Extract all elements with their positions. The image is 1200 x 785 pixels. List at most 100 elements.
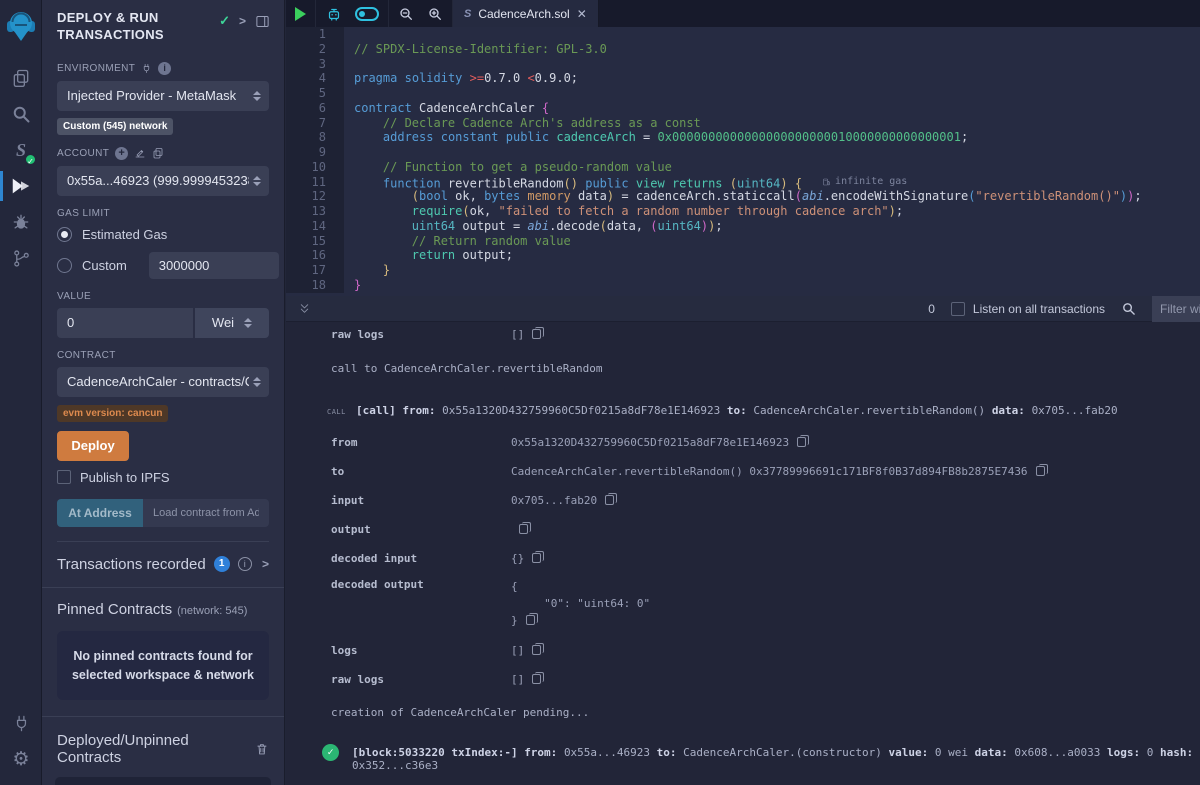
debugger-icon[interactable] (0, 204, 42, 240)
publish-ipfs-checkbox[interactable] (57, 470, 71, 484)
deploy-run-panel: DEPLOY & RUN TRANSACTIONS ✓ > ENVIRONMEN… (42, 0, 285, 785)
solidity-file-icon: S (464, 8, 471, 20)
tab-cadencearch-sol[interactable]: S CadenceArch.sol ✕ (453, 0, 599, 27)
deploy-run-icon[interactable] (0, 168, 42, 204)
copy-account-icon[interactable] (152, 147, 164, 159)
remix-logo[interactable] (0, 4, 42, 48)
code-line: 5 (286, 86, 1200, 101)
network-badge: Custom (545) network (57, 118, 173, 135)
collapse-terminal-icon[interactable] (298, 302, 311, 315)
updown-icon (244, 318, 252, 328)
copy-icon[interactable] (532, 645, 541, 655)
terminal-filter-input[interactable] (1152, 296, 1200, 322)
custom-gas-option: Custom (57, 252, 269, 279)
copy-icon[interactable] (797, 437, 806, 447)
terminal-output[interactable]: raw logs[] call to CadenceArchCaler.rever… (286, 322, 1200, 785)
icon-rail: S ✓ ⚙ (0, 0, 42, 785)
file-explorer-icon[interactable] (0, 60, 42, 96)
deploy-button[interactable]: Deploy (57, 431, 129, 461)
account-select[interactable]: 0x55a...46923 (999.9999453238 (57, 166, 269, 196)
transactions-expand-icon[interactable]: > (262, 557, 269, 571)
environment-info-icon[interactable]: i (158, 62, 171, 75)
add-account-icon[interactable]: + (115, 147, 128, 160)
deployed-contract-card: CADENCEARCHCALER AT 0) ✕ Balance: 0 ETH … (55, 777, 271, 785)
code-line: 15 // Return random value (286, 234, 1200, 249)
terminal-kv-row: input0x705...fab20 (286, 494, 1200, 507)
at-address-input[interactable] (143, 499, 269, 527)
value-unit-select[interactable]: Wei (195, 308, 269, 338)
tab-label: CadenceArch.sol (478, 7, 569, 21)
terminal-result-row: ✓[block:5033220 txIndex:-] from: 0x55a..… (286, 746, 1200, 772)
copilot-toggle[interactable] (355, 7, 379, 21)
deployed-contracts-heading: Deployed/Unpinned Contracts (42, 717, 284, 766)
remix-ide: { "colors": { "accent_orange":"#cf7b3f",… (0, 0, 1200, 785)
pending-tx-count: 0 (928, 302, 935, 316)
main-area: S CadenceArch.sol ✕ 12// SPDX-License-Id… (286, 0, 1200, 785)
copy-icon[interactable] (526, 615, 535, 625)
code-line: 6contract CadenceArchCaler { (286, 101, 1200, 116)
code-line: 1 (286, 27, 1200, 42)
sign-message-icon[interactable] (134, 147, 146, 159)
code-line: 18} (286, 278, 1200, 293)
custom-gas-radio[interactable] (57, 258, 72, 273)
transactions-count-badge: 1 (214, 556, 230, 572)
value-input[interactable] (57, 308, 193, 338)
code-line: 13 require(ok, "failed to fetch a random… (286, 204, 1200, 219)
transactions-recorded-row[interactable]: Transactions recorded 1 i > (42, 542, 284, 587)
close-tab-icon[interactable]: ✕ (577, 7, 587, 21)
transactions-info-icon[interactable]: i (238, 557, 252, 571)
listen-checkbox[interactable] (951, 302, 965, 316)
run-script-button[interactable] (286, 0, 316, 27)
clear-contracts-trash-icon[interactable] (255, 742, 269, 756)
terminal-call-row: CALL[call] from: 0x55a1320D432759960C5Df… (286, 404, 1200, 417)
environment-select[interactable]: Injected Provider - MetaMask (57, 81, 269, 111)
plug-icon[interactable] (141, 63, 152, 74)
code-editor[interactable]: 12// SPDX-License-Identifier: GPL-3.034p… (286, 27, 1200, 296)
contract-select[interactable]: CadenceArchCaler - contracts/Cac (57, 367, 269, 397)
panel-title: DEPLOY & RUN TRANSACTIONS (57, 10, 207, 44)
panel-forward-icon[interactable]: > (239, 14, 246, 28)
terminal-kv-row: raw logs[] (286, 328, 1200, 341)
terminal-kv-block: decoded output{ "0": "uint64: 0"} (286, 578, 1200, 629)
pin-panel-icon[interactable] (255, 14, 270, 29)
terminal-toolbar: 0 Listen on all transactions (286, 296, 1200, 322)
plugin-manager-icon[interactable] (0, 705, 42, 741)
contract-label: CONTRACT (57, 350, 269, 361)
solidity-compiler-icon[interactable]: S ✓ (0, 132, 42, 168)
evm-version-badge: evm version: cancun (57, 405, 168, 422)
zoom-in-icon[interactable] (427, 6, 443, 22)
copy-icon[interactable] (1036, 466, 1045, 476)
terminal-kv-row: from0x55a1320D432759960C5Df0215a8dF78e1E… (286, 436, 1200, 449)
code-line: 17 } (286, 263, 1200, 278)
copy-icon[interactable] (532, 329, 541, 339)
value-label: VALUE (57, 291, 269, 302)
remix-ai-robot-icon[interactable] (325, 5, 343, 23)
account-label: ACCOUNT + (57, 147, 269, 160)
terminal-search-icon[interactable] (1121, 301, 1136, 316)
copy-icon[interactable] (605, 495, 614, 505)
code-line: 12 (bool ok, bytes memory data) = cadenc… (286, 189, 1200, 204)
code-line: 4pragma solidity >=0.7.0 <0.9.0; (286, 71, 1200, 86)
listen-all-transactions: Listen on all transactions (951, 302, 1105, 316)
estimated-gas-radio[interactable] (57, 227, 72, 242)
estimated-gas-option[interactable]: Estimated Gas (57, 227, 269, 242)
copy-icon[interactable] (532, 674, 541, 684)
rail-bottom-group: ⚙ (0, 705, 42, 777)
git-icon[interactable] (0, 240, 42, 276)
success-check-icon[interactable]: ✓ (322, 744, 339, 761)
copy-icon[interactable] (519, 524, 528, 534)
updown-icon (253, 176, 261, 186)
custom-gas-input[interactable] (149, 252, 279, 279)
updown-icon (253, 91, 261, 101)
search-icon[interactable] (0, 96, 42, 132)
compiler-success-badge: ✓ (24, 153, 37, 166)
zoom-out-icon[interactable] (398, 6, 414, 22)
updown-icon (253, 377, 261, 387)
terminal-text-row: call to CadenceArchCaler.revertibleRando… (286, 362, 1200, 375)
at-address-button[interactable]: At Address (57, 499, 143, 527)
code-line: 14 uint64 output = abi.decode(data, (uin… (286, 219, 1200, 234)
terminal-text-row: creation of CadenceArchCaler pending... (286, 706, 1200, 719)
settings-gear-icon[interactable]: ⚙ (0, 741, 42, 777)
copy-icon[interactable] (532, 553, 541, 563)
panel-check-icon: ✓ (219, 13, 230, 29)
